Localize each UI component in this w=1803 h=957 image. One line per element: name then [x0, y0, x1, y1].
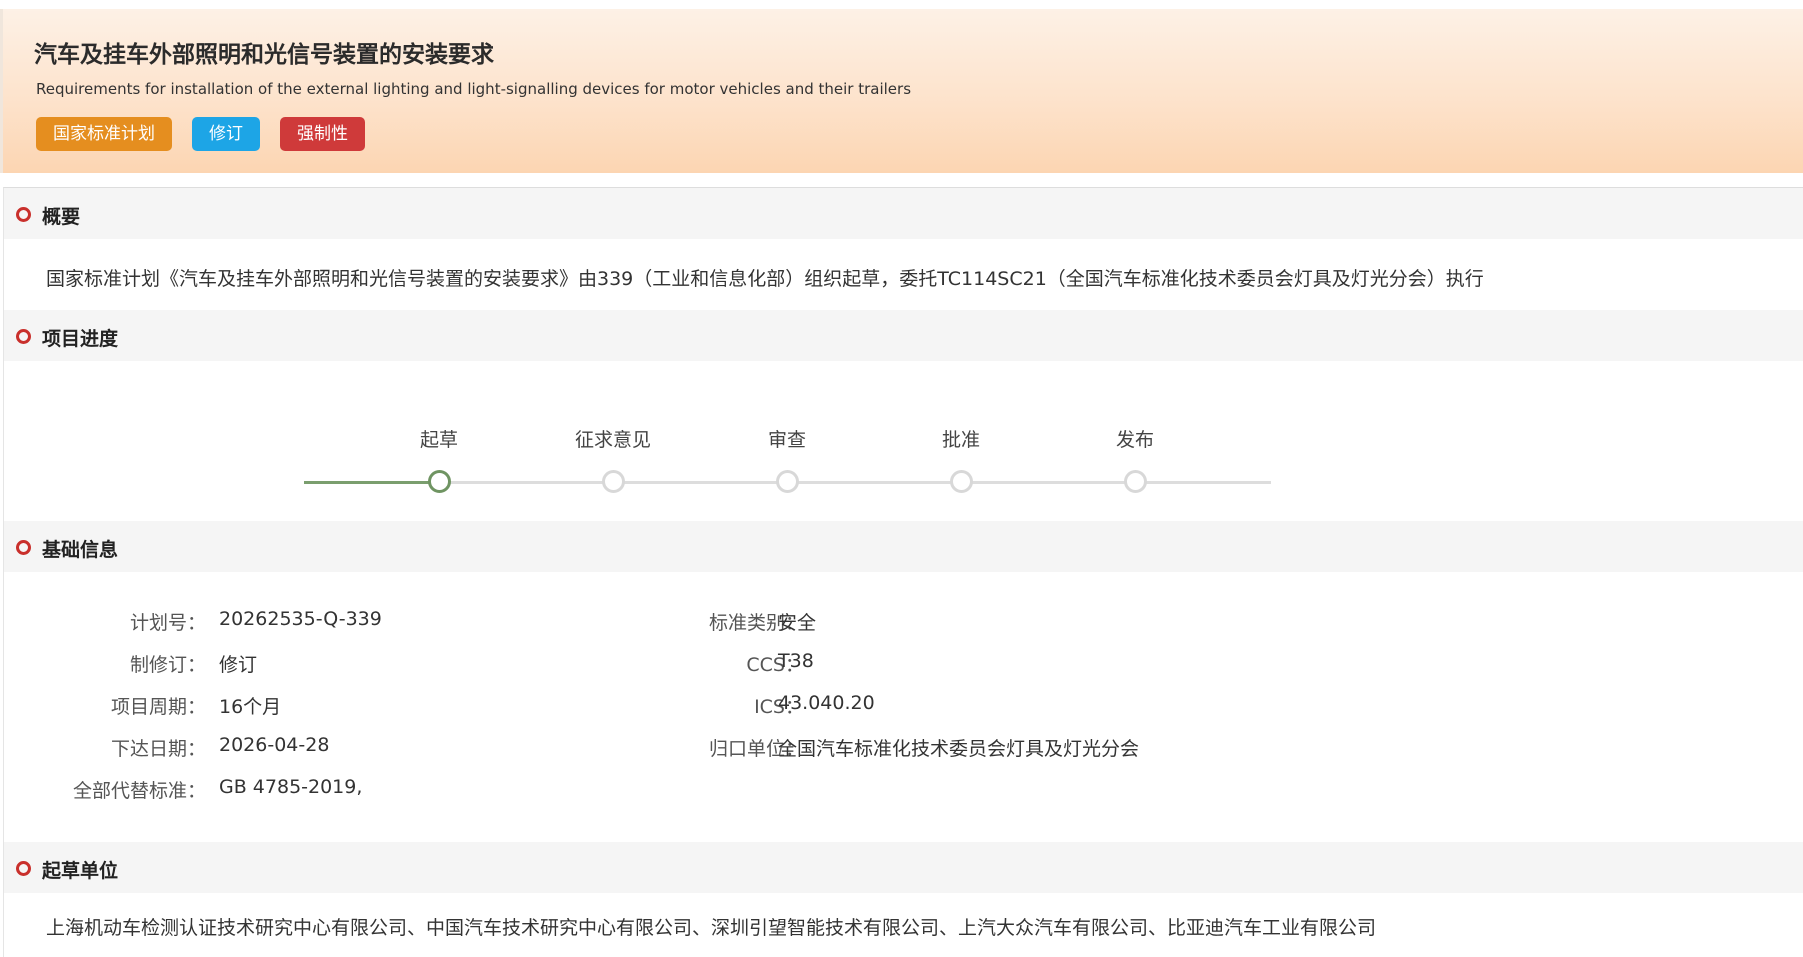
circle-bullet-icon — [16, 207, 31, 222]
info-value: 安全 — [778, 612, 817, 634]
page-subtitle: Requirements for installation of the ext… — [36, 80, 912, 98]
info-row-ccs: CCS： T38 — [564, 650, 1464, 680]
info-row-standard-category: 标准类别： 安全 — [564, 608, 1464, 638]
standard-detail-page: 汽车及挂车外部照明和光信号装置的安装要求 Requirements for in… — [0, 0, 1803, 957]
circle-bullet-icon — [16, 540, 31, 555]
info-value[interactable]: GB 4785-2019, — [219, 776, 362, 798]
tag-mandatory[interactable]: 强制性 — [280, 117, 365, 151]
progress-step-label: 征求意见 — [574, 429, 651, 451]
info-value: 16个月 — [219, 696, 282, 718]
progress-step-label: 发布 — [1115, 429, 1154, 451]
section-header-drafting-units: 起草单位 — [4, 842, 1803, 893]
progress-step-dot — [602, 470, 625, 493]
progress-step-dot — [428, 470, 451, 493]
progress-step-dot — [950, 470, 973, 493]
section-title-progress: 项目进度 — [42, 328, 119, 350]
section-title-overview: 概要 — [42, 206, 81, 228]
info-value: 全国汽车标准化技术委员会灯具及灯光分会 — [778, 738, 1140, 760]
tag-revision[interactable]: 修订 — [192, 117, 260, 151]
overview-text: 国家标准计划《汽车及挂车外部照明和光信号装置的安装要求》由339（工业和信息化部… — [46, 268, 1484, 290]
progress-step-label: 起草 — [419, 429, 458, 451]
section-header-basic-info: 基础信息 — [4, 521, 1803, 572]
progress-step-dot — [1124, 470, 1147, 493]
info-key: 制修订： — [129, 654, 206, 676]
progress-step-dot — [776, 470, 799, 493]
progress-step-comments: 征求意见 — [553, 425, 673, 493]
progress-step-publish: 发布 — [1075, 425, 1195, 493]
progress-steps: 起草 征求意见 审查 批准 发布 — [304, 425, 1274, 505]
section-title-drafting-units: 起草单位 — [42, 860, 119, 882]
info-value: T38 — [778, 650, 814, 672]
info-key: 计划号： — [129, 612, 206, 634]
section-header-progress: 项目进度 — [4, 310, 1803, 361]
page-title: 汽车及挂车外部照明和光信号装置的安装要求 — [34, 42, 494, 68]
progress-step-label: 批准 — [941, 429, 980, 451]
content-area: 概要 国家标准计划《汽车及挂车外部照明和光信号装置的安装要求》由339（工业和信… — [3, 187, 1803, 957]
info-value: 2026-04-28 — [219, 734, 330, 756]
info-value: 43.040.20 — [778, 692, 875, 714]
tag-national-standard-plan[interactable]: 国家标准计划 — [36, 117, 172, 151]
tag-list: 国家标准计划 修订 强制性 — [36, 117, 365, 151]
circle-bullet-icon — [16, 861, 31, 876]
header-banner: 汽车及挂车外部照明和光信号装置的安装要求 Requirements for in… — [0, 9, 1803, 173]
info-row-responsible-unit: 归口单位： 全国汽车标准化技术委员会灯具及灯光分会 — [564, 734, 1464, 764]
progress-step-review: 审查 — [727, 425, 847, 493]
info-value: 修订 — [219, 654, 258, 676]
info-key: 下达日期： — [110, 738, 206, 760]
circle-bullet-icon — [16, 329, 31, 344]
progress-step-label: 审查 — [767, 429, 806, 451]
info-key: 项目周期： — [110, 696, 206, 718]
info-value: 20262535-Q-339 — [219, 608, 382, 630]
drafting-units-text: 上海机动车检测认证技术研究中心有限公司、中国汽车技术研究中心有限公司、深圳引望智… — [46, 917, 1377, 939]
progress-track-completed — [304, 481, 439, 484]
info-row-ics: ICS： 43.040.20 — [564, 692, 1464, 722]
info-key: 全部代替标准： — [72, 780, 206, 802]
basic-info-right-column: 标准类别： 安全 CCS： T38 ICS： 43.040.20 归口单位： 全… — [564, 608, 1464, 808]
progress-step-draft: 起草 — [379, 425, 499, 493]
section-header-overview: 概要 — [4, 188, 1803, 239]
progress-step-approval: 批准 — [901, 425, 1021, 493]
section-title-basic-info: 基础信息 — [42, 539, 119, 561]
